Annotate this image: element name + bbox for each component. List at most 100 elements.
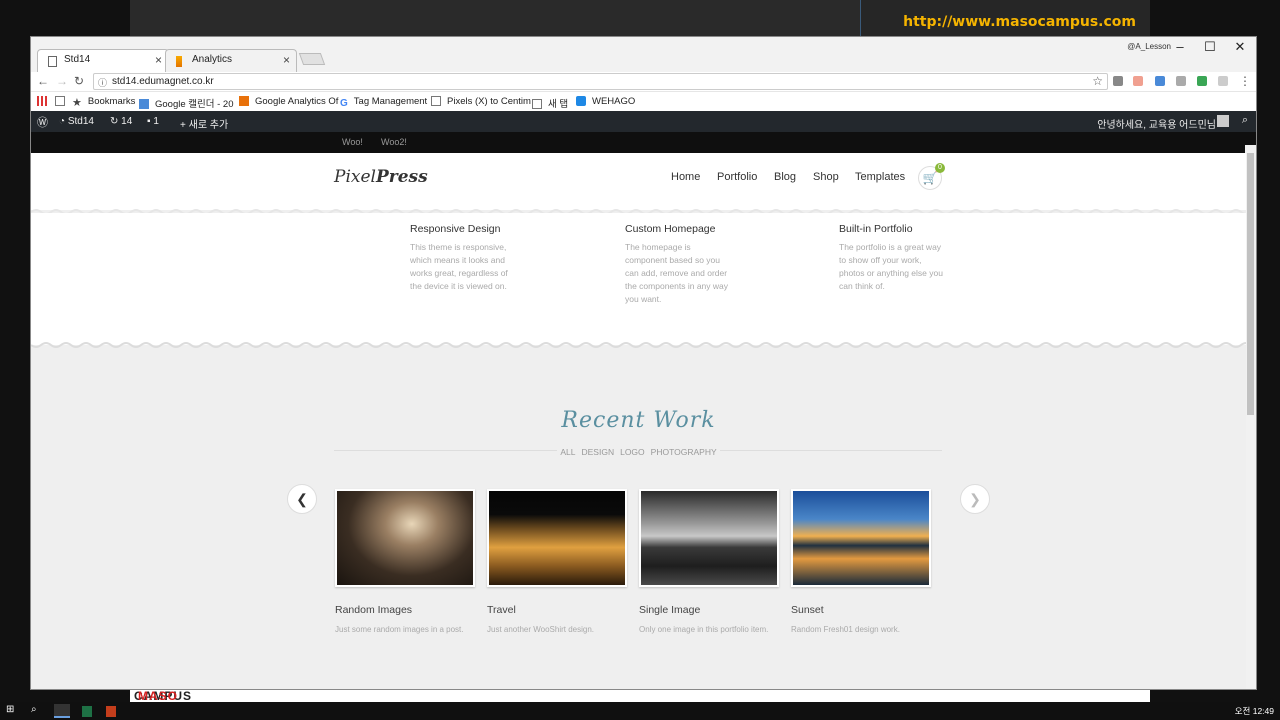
analytics-icon: [176, 56, 182, 67]
wordpress-icon[interactable]: Ⓦ: [37, 114, 48, 130]
page-icon: [55, 96, 65, 106]
search-icon[interactable]: ⌕: [1242, 114, 1248, 127]
page-content: PixelPress Home Portfolio Blog Shop Temp…: [31, 153, 1246, 689]
extension-icon[interactable]: [1133, 76, 1143, 86]
bookmark-analytics[interactable]: Google Analytics Of: [239, 96, 338, 107]
search-icon[interactable]: ⌕: [31, 704, 37, 715]
new-content-link[interactable]: + 새로 추가: [180, 116, 228, 131]
taskbar-clock[interactable]: 오전 12:49: [1235, 705, 1274, 717]
feature-text: This theme is responsive, which means it…: [410, 242, 508, 291]
nav-home[interactable]: Home: [671, 171, 700, 183]
portfolio-item[interactable]: Travel Just another WooShirt design.: [487, 489, 627, 634]
top-menu-item[interactable]: Woo!: [342, 137, 363, 147]
portfolio-desc: Just some random images in a post.: [335, 625, 464, 634]
portfolio-title[interactable]: Travel: [487, 604, 627, 616]
filter-design[interactable]: DESIGN: [578, 447, 618, 457]
filter-all[interactable]: ALL: [557, 447, 579, 457]
portfolio-item[interactable]: Sunset Random Fresh01 design work.: [791, 489, 931, 634]
nav-blog[interactable]: Blog: [774, 171, 796, 183]
page-scrollbar[interactable]: [1245, 145, 1256, 689]
site-name-link[interactable]: ◔ Std14: [59, 116, 94, 127]
tab-label: Std14: [64, 54, 91, 65]
close-window-icon[interactable]: ✕: [1230, 39, 1250, 55]
windows-start-icon[interactable]: ⊞: [6, 704, 14, 715]
browser-window: Std14 × Analytics × @A_Lesson – ☐ ✕ ← → …: [30, 36, 1257, 690]
close-icon[interactable]: ×: [283, 53, 290, 67]
greeting-link[interactable]: 안녕하세요, 교육용 어드민님: [1097, 116, 1216, 131]
top-menu-item[interactable]: Woo2!: [381, 137, 407, 147]
nav-shop[interactable]: Shop: [813, 171, 839, 183]
scrollbar-thumb[interactable]: [1247, 153, 1254, 415]
extension-icon[interactable]: [1218, 76, 1228, 86]
comments-link[interactable]: ▪ 1: [147, 116, 159, 127]
logo-part: Press: [375, 167, 428, 187]
bookmark-tag-management[interactable]: G Tag Management: [340, 96, 427, 109]
portfolio-title[interactable]: Single Image: [639, 604, 779, 616]
bookmark-label: Google 캘린더 - 20: [155, 99, 234, 110]
nav-portfolio[interactable]: Portfolio: [717, 171, 757, 183]
filter-photography[interactable]: PHOTOGRAPHY: [647, 447, 720, 457]
updates-link[interactable]: ↻ 14: [110, 116, 132, 127]
features-section: Responsive Design This theme is responsi…: [31, 213, 1246, 345]
extension-icon[interactable]: [1176, 76, 1186, 86]
portfolio-thumbnail[interactable]: [487, 489, 627, 587]
logo-part: Pixel: [334, 167, 376, 187]
bookmark-calendar[interactable]: Google 캘린더 - 20: [139, 96, 234, 110]
tab-analytics[interactable]: Analytics ×: [165, 49, 297, 72]
back-icon[interactable]: ←: [37, 74, 49, 88]
profile-label[interactable]: @A_Lesson: [1127, 42, 1171, 51]
carousel-next-button[interactable]: ❯: [960, 484, 990, 514]
bookmark-bookmarks[interactable]: ★ Bookmarks: [72, 96, 135, 109]
filter-logo[interactable]: LOGO: [617, 447, 648, 457]
info-icon[interactable]: ⓘ: [98, 76, 107, 89]
maximize-icon[interactable]: ☐: [1200, 39, 1220, 55]
feature-text: The portfolio is a great way to show off…: [839, 242, 943, 291]
taskbar: ⊞ ⌕ 오전 12:49: [0, 702, 1280, 720]
portfolio-title[interactable]: Random Images: [335, 604, 475, 616]
extension-icon[interactable]: [1197, 76, 1207, 86]
tab-std14[interactable]: Std14 ×: [37, 49, 169, 72]
extension-icon[interactable]: [1113, 76, 1123, 86]
portfolio-desc: Just another WooShirt design.: [487, 625, 595, 634]
portfolio-thumbnail[interactable]: [639, 489, 779, 587]
chrome-taskbar-icon[interactable]: [54, 704, 70, 718]
bookmark-new-tab[interactable]: 새 탭: [532, 96, 568, 110]
bookmark-wehago[interactable]: WEHAGO: [576, 96, 635, 107]
star-icon: ★: [72, 97, 82, 109]
minimize-icon[interactable]: –: [1170, 39, 1190, 54]
portfolio-thumbnail[interactable]: [791, 489, 931, 587]
address-bar[interactable]: ⓘ std14.edumagnet.co.kr ☆: [93, 73, 1108, 90]
bookmark-page[interactable]: [55, 96, 71, 107]
portfolio-thumbnail[interactable]: [335, 489, 475, 587]
calendar-icon: [139, 99, 149, 109]
portfolio-title[interactable]: Sunset: [791, 604, 931, 616]
portfolio-desc: Only one image in this portfolio item.: [639, 625, 769, 634]
bookmark-pixels[interactable]: Pixels (X) to Centim: [431, 96, 531, 107]
portfolio-item[interactable]: Random Images Just some random images in…: [335, 489, 475, 634]
updates-icon: ↻: [110, 116, 122, 127]
menu-icon[interactable]: ⋮: [1239, 74, 1251, 88]
powerpoint-taskbar-icon[interactable]: [106, 706, 116, 717]
carousel-prev-button[interactable]: ❮: [287, 484, 317, 514]
dashboard-icon: ◔: [59, 116, 68, 127]
site-header: PixelPress Home Portfolio Blog Shop Temp…: [31, 153, 1246, 210]
site-logo[interactable]: PixelPress: [334, 167, 428, 187]
avatar[interactable]: [1217, 115, 1229, 127]
forward-icon[interactable]: →: [56, 74, 68, 88]
feature-text: The homepage is component based so you c…: [625, 242, 729, 304]
extension-icon[interactable]: [1155, 76, 1165, 86]
bookmark-star-icon[interactable]: ☆: [1092, 74, 1103, 88]
feature-homepage: Custom Homepage The homepage is componen…: [625, 223, 735, 306]
bookmark-label: Pixels (X) to Centim: [447, 96, 531, 107]
new-tab-button[interactable]: [298, 53, 326, 65]
wehago-icon: [576, 96, 586, 106]
excel-taskbar-icon[interactable]: [82, 706, 92, 717]
top-menu: Woo! Woo2!: [31, 132, 1256, 153]
close-icon[interactable]: ×: [155, 53, 162, 67]
tab-label: Analytics: [192, 54, 233, 65]
portfolio-item[interactable]: Single Image Only one image in this port…: [639, 489, 779, 634]
bookmark-apps[interactable]: [37, 96, 53, 107]
nav-templates[interactable]: Templates: [855, 171, 905, 183]
masocampus-logo: MASO CAMPUS: [134, 690, 192, 702]
reload-icon[interactable]: ↻: [74, 74, 84, 88]
